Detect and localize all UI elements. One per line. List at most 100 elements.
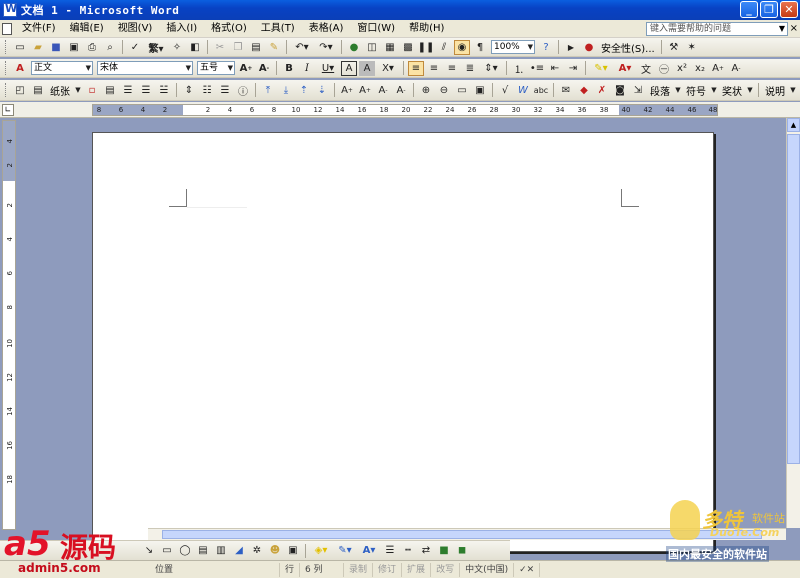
line-spacing-icon[interactable]: ⇕▾	[480, 61, 502, 76]
line-color-icon[interactable]: ✎▾	[334, 543, 356, 558]
list-icon[interactable]: ☷	[199, 83, 215, 98]
explain-button[interactable]: 说明	[762, 83, 788, 98]
show-hide-icon[interactable]: ¶	[472, 40, 488, 55]
columns-icon[interactable]: ❚❚	[418, 40, 435, 55]
menu-insert[interactable]: 插入(I)	[159, 21, 204, 37]
superscript-icon[interactable]: x²	[674, 61, 690, 76]
drawing-icon[interactable]: ⫽	[436, 40, 452, 55]
enclose-char-icon[interactable]: ㊀	[656, 61, 672, 76]
dash-style-icon[interactable]: ┅	[400, 543, 416, 558]
menu-help[interactable]: 帮助(H)	[402, 21, 451, 37]
paragraph-button[interactable]: 段落	[647, 83, 673, 98]
chevron-down-icon[interactable]: ▼	[86, 62, 91, 74]
abc-icon[interactable]: abc	[533, 83, 549, 98]
translate-icon[interactable]: ◧	[187, 40, 203, 55]
toolbar-grip[interactable]	[5, 61, 8, 75]
menu-file[interactable]: 文件(F)	[15, 21, 63, 37]
paper-icon[interactable]: ▤	[30, 83, 46, 98]
styles-formatting-icon[interactable]: A	[12, 61, 28, 76]
status-track[interactable]: 修订	[373, 562, 403, 577]
close-button[interactable]: ✕	[780, 1, 798, 18]
grow-font-icon[interactable]: A +	[238, 61, 254, 76]
document-page[interactable]	[92, 132, 714, 552]
toolbar-grip[interactable]	[5, 83, 8, 97]
numbering-icon[interactable]: ⒈	[511, 61, 527, 76]
wordart-icon[interactable]: W	[515, 83, 531, 98]
new-document-icon[interactable]: ▭	[12, 40, 28, 55]
indent-first-icon[interactable]: ☱	[156, 83, 172, 98]
chevron-down-icon[interactable]: ▼	[746, 83, 754, 98]
chevron-down-icon[interactable]: ▼	[789, 83, 797, 98]
char-scale-icon[interactable]: X▾	[377, 61, 399, 76]
chevron-down-icon[interactable]: ▼	[528, 41, 533, 53]
scroll-up-icon[interactable]: ▲	[787, 118, 800, 132]
font-shrink-a-icon[interactable]: A-	[375, 83, 391, 98]
run-macro-icon[interactable]: ▶	[563, 40, 579, 55]
para-spacing-icon[interactable]: ⇕	[181, 83, 197, 98]
format-painter-icon[interactable]: ✎	[266, 40, 282, 55]
shrink-font-icon[interactable]: A-	[256, 61, 272, 76]
word-app-icon[interactable]	[3, 2, 17, 17]
vertical-scrollbar[interactable]: ▲	[786, 118, 800, 528]
picture-icon[interactable]: ▣	[285, 543, 301, 558]
vertical-ruler[interactable]: 4 2 2 4 6 8 10 12 14 16 18	[2, 120, 16, 530]
award-button[interactable]: 奖状	[719, 83, 745, 98]
arrow-style-icon[interactable]: ⇄	[418, 543, 434, 558]
eraser-icon[interactable]: ◆	[576, 83, 592, 98]
align-right-icon[interactable]: ≡	[444, 61, 460, 76]
menu-view[interactable]: 视图(V)	[111, 21, 160, 37]
cut-icon[interactable]: ✂	[212, 40, 228, 55]
permission-icon[interactable]: ▣	[66, 40, 82, 55]
highlight-icon[interactable]: ✎▾	[590, 61, 612, 76]
italic-icon[interactable]: I	[299, 61, 315, 76]
menu-window[interactable]: 窗口(W)	[350, 21, 402, 37]
traditional-chinese-icon[interactable]: 繁▾	[145, 40, 167, 55]
tab-selector-button[interactable]: ∟	[2, 104, 14, 116]
undo-icon[interactable]: ↶▾	[291, 40, 313, 55]
tables-borders-icon[interactable]: ◫	[364, 40, 380, 55]
space-before-up-icon[interactable]: ⤒	[260, 83, 276, 98]
vertical-textbox-icon[interactable]: ▥	[213, 543, 229, 558]
track-icon[interactable]: ◙	[612, 83, 628, 98]
menu-edit[interactable]: 编辑(E)	[63, 21, 111, 37]
insert-file-icon[interactable]: ⇲	[630, 83, 646, 98]
increase-indent-icon[interactable]: ⇥	[565, 61, 581, 76]
minimize-button[interactable]: _	[740, 1, 758, 18]
font-grow-b-icon[interactable]: A +	[357, 83, 373, 98]
zoom-out-icon[interactable]: ⊖	[436, 83, 452, 98]
font-color-icon[interactable]: A▾	[614, 61, 636, 76]
menu-table[interactable]: 表格(A)	[302, 21, 351, 37]
insert-excel-icon[interactable]: ▩	[400, 40, 416, 55]
menu-format[interactable]: 格式(O)	[204, 21, 254, 37]
grow-font-2-icon[interactable]: A +	[710, 61, 726, 76]
hyperlink-icon[interactable]: ●	[346, 40, 362, 55]
wordart-tool-icon[interactable]: ◢	[231, 543, 247, 558]
paste-icon[interactable]: ▤	[248, 40, 264, 55]
line-style-icon[interactable]: ☰	[382, 543, 398, 558]
equation-icon[interactable]: √	[497, 83, 513, 98]
subscript-icon[interactable]: x₂	[692, 61, 708, 76]
insert-table-icon[interactable]: ▦	[382, 40, 398, 55]
record-macro-icon[interactable]: ●	[581, 40, 597, 55]
status-extend[interactable]: 扩展	[402, 562, 432, 577]
whole-page-icon[interactable]: ▣	[472, 83, 488, 98]
oval-tool-icon[interactable]: ◯	[177, 543, 193, 558]
align-justify-icon[interactable]: ☰	[120, 83, 136, 98]
page-number-icon[interactable]: ▤	[102, 83, 118, 98]
chevron-down-icon[interactable]: ▼	[228, 62, 233, 74]
space-before-down-icon[interactable]: ⤓	[278, 83, 294, 98]
horizontal-ruler[interactable]: 8 6 4 2 2 4 6 8 10 12 14 16 18 20 22 24 …	[92, 104, 718, 116]
delete-comment-icon[interactable]: ✗	[594, 83, 610, 98]
document-icon[interactable]	[2, 22, 12, 35]
copy-icon[interactable]: ❐	[230, 40, 246, 55]
chevron-down-icon[interactable]: ▼	[779, 23, 785, 35]
visual-basic-icon[interactable]: ⚒	[666, 40, 682, 55]
3d-icon[interactable]: ◼	[454, 543, 470, 558]
redo-icon[interactable]: ↷▾	[315, 40, 337, 55]
spelling-icon[interactable]: ✓	[127, 40, 143, 55]
align-distribute-icon[interactable]: ☰	[138, 83, 154, 98]
page-setup-icon[interactable]: ◰	[12, 83, 28, 98]
justify-icon[interactable]: ≣	[462, 61, 478, 76]
scroll-thumb[interactable]	[787, 134, 800, 464]
fill-color-icon[interactable]: ◈▾	[310, 543, 332, 558]
